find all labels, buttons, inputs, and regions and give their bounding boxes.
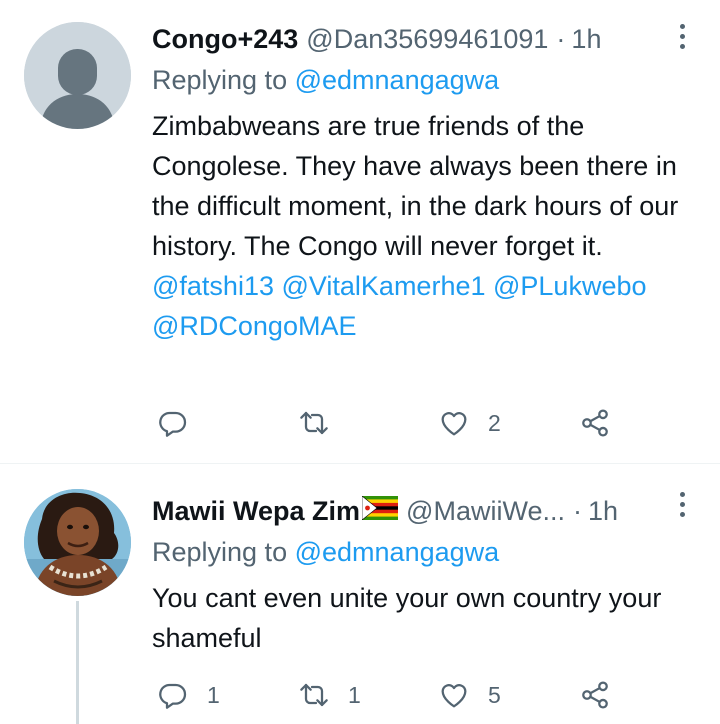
retweet-count: 1 (348, 681, 361, 708)
like-count: 5 (488, 681, 501, 708)
tweet-body: Zimbabweans are true friends of the Cong… (152, 106, 712, 346)
like-icon (441, 412, 467, 436)
display-name[interactable]: Mawii Wepa Zim (152, 493, 360, 529)
more-icon[interactable] (680, 492, 686, 522)
like-button[interactable]: 2 (438, 403, 501, 443)
share-icon (582, 409, 608, 437)
share-button[interactable] (579, 403, 611, 443)
retweet-icon (300, 683, 328, 707)
user-handle[interactable]: @Dan35699461091 (306, 21, 548, 57)
profile-photo (24, 489, 131, 596)
zimbabwe-flag-icon (361, 493, 399, 521)
replying-to: Replying to @edmnangagwa (152, 62, 499, 98)
display-name[interactable]: Congo+243 (152, 21, 298, 57)
replying-label: Replying to (152, 65, 288, 95)
replying-to: Replying to @edmnangagwa (152, 534, 499, 570)
timestamp[interactable]: 1h (588, 493, 618, 529)
action-bar: 2 (152, 403, 622, 443)
reply-count: 1 (207, 681, 220, 708)
avatar[interactable] (24, 489, 131, 596)
separator: · (572, 496, 582, 526)
replying-label: Replying to (152, 537, 288, 567)
action-bar: 1 1 5 (152, 675, 622, 715)
like-button[interactable]: 5 (438, 675, 501, 715)
tweet-mentions[interactable]: @fatshi13 @VitalKamerhe1 @PLukwebo @RDCo… (152, 266, 712, 346)
tweet-body: You cant even unite your own country you… (152, 578, 692, 658)
thread-line (76, 601, 79, 724)
tweet-header: Congo+243 @Dan35699461091 · 1h (152, 21, 654, 57)
reply-button[interactable]: 1 (157, 675, 220, 715)
retweet-button[interactable]: 1 (298, 675, 361, 715)
tweet-text: Zimbabweans are true friends of the Cong… (152, 111, 679, 261)
tweet-text: You cant even unite your own country you… (152, 583, 662, 653)
user-handle[interactable]: @MawiiWe... (406, 493, 565, 529)
like-count: 2 (488, 409, 501, 436)
retweet-button[interactable] (298, 403, 348, 443)
share-button[interactable] (579, 675, 611, 715)
reply-button[interactable] (157, 403, 207, 443)
separator: · (556, 24, 566, 54)
reply-icon (159, 683, 187, 709)
tweet[interactable]: Congo+243 @Dan35699461091 · 1h Replying … (0, 0, 720, 463)
reply-icon (159, 411, 187, 437)
default-avatar-icon (24, 22, 131, 129)
share-icon (582, 681, 608, 709)
tweet[interactable]: Mawii Wepa Zim @MawiiWe... · 1h Replying… (0, 464, 720, 724)
tweet-header: Mawii Wepa Zim @MawiiWe... · 1h (152, 493, 654, 529)
more-icon[interactable] (680, 24, 686, 54)
timestamp[interactable]: 1h (571, 21, 601, 57)
avatar[interactable] (24, 22, 131, 129)
like-icon (441, 684, 467, 708)
retweet-icon (300, 411, 328, 435)
replying-to-mention[interactable]: @edmnangagwa (295, 537, 500, 567)
replying-to-mention[interactable]: @edmnangagwa (295, 65, 500, 95)
